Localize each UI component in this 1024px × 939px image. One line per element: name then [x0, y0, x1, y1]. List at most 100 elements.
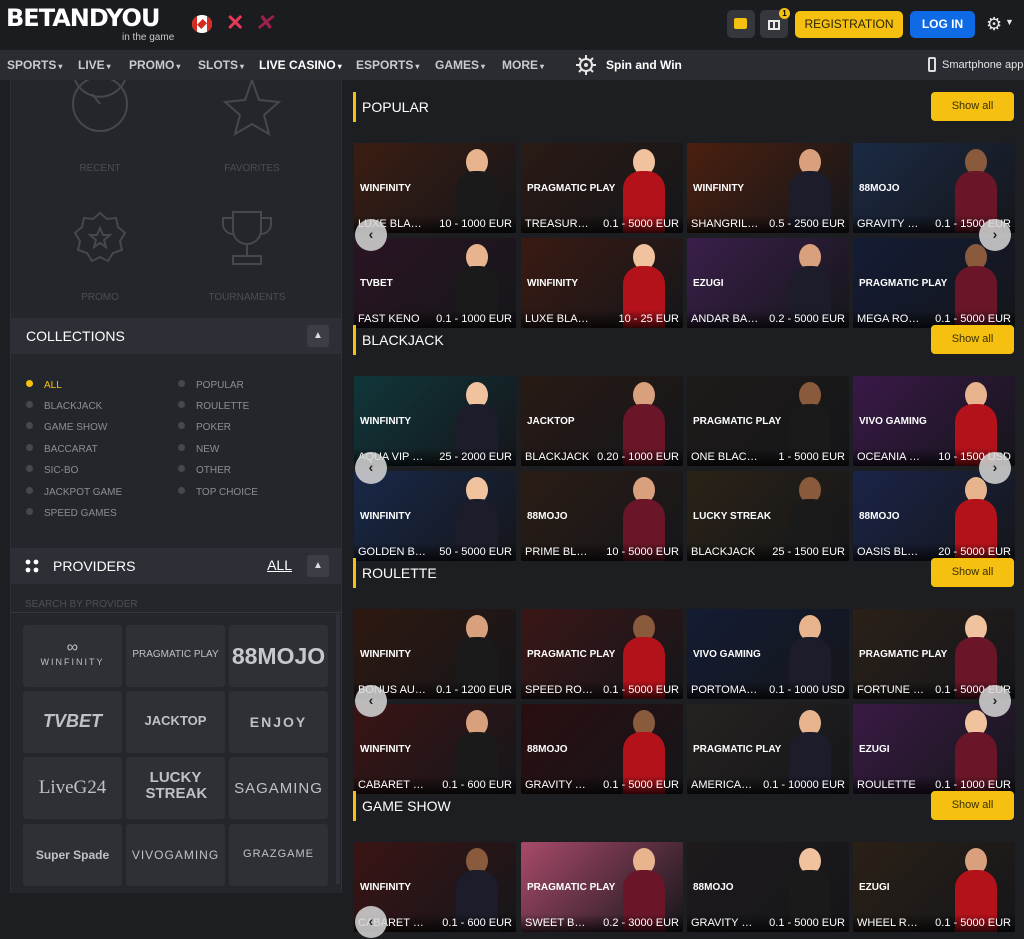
show-all-roulette-button[interactable]: Show all	[931, 558, 1014, 587]
game-card[interactable]: 88MOJO GRAVITY ROULETTE 0.1 - 5000 EUR	[687, 842, 849, 932]
gift-button[interactable]: 1	[760, 8, 790, 38]
favorites-label: FAVORITES	[224, 163, 280, 174]
game-card[interactable]: WINFINITYLUXE BLACKJACK10 - 1000 EUR	[354, 143, 516, 233]
game-card[interactable]: VIVO GAMING PORTOMASO ROULETTE 0.1 - 1000 …	[687, 609, 849, 699]
game-card[interactable]: WINFINITY GOLDEN BLACKJACK 50 - 5000 EUR	[354, 471, 516, 561]
smartphone-icon[interactable]	[928, 57, 936, 72]
collection-all[interactable]: ALL	[26, 380, 62, 392]
nav-slots[interactable]: SLOTS ▾	[198, 58, 244, 74]
show-all-game-show-button[interactable]: Show all	[931, 791, 1014, 820]
provider-tile-winfinity[interactable]: ∞ WINFINITY	[23, 625, 122, 687]
quick-recent[interactable]: RECENT	[30, 80, 170, 174]
game-limit: 0.2 - 3000 EUR	[603, 917, 679, 929]
collection-poker[interactable]: POKER	[178, 422, 231, 434]
carousel-next-blackjack-button[interactable]: ›	[979, 452, 1011, 484]
carousel-prev-popular-button[interactable]: ‹	[355, 219, 387, 251]
game-name: GRAVITY BLACKJACK	[857, 218, 925, 230]
canada-flag-icon[interactable]	[192, 15, 212, 33]
nav-live[interactable]: LIVE ▾	[78, 58, 111, 74]
providers-all-link[interactable]: ALL	[267, 557, 292, 573]
game-card[interactable]: JACKTOP BLACKJACK 0.20 - 1000 EUR	[521, 376, 683, 466]
collection-jackpot-game[interactable]: JACKPOT GAME	[26, 487, 122, 499]
collection-game-show[interactable]: GAME SHOW	[26, 422, 107, 434]
chevron-down-icon: ▾	[415, 62, 420, 71]
provider-tile-88mojo[interactable]: 88MOJO	[229, 625, 328, 687]
provider-tile-jacktop[interactable]: JACKTOP	[126, 691, 225, 753]
promo-badge-icon	[73, 211, 127, 263]
collection-other[interactable]: OTHER	[178, 465, 231, 477]
carousel-prev-blackjack-button[interactable]: ‹	[355, 452, 387, 484]
collection-sic-bo[interactable]: SIC-BO	[26, 465, 78, 477]
game-limit: 10 - 5000 EUR	[606, 546, 679, 558]
provider-tile-enjoy[interactable]: ENJOY	[229, 691, 328, 753]
nav-smartphone-app[interactable]: Smartphone app	[942, 58, 1023, 72]
game-card[interactable]: PRAGMATIC PLAY SPEED ROULETTE 0.1 - 5000 E…	[521, 609, 683, 699]
provider-tile-tvbet[interactable]: TVBET	[23, 691, 122, 753]
game-card[interactable]: WINFINITY LUXE BLACKJACK 10 - 25 EUR	[521, 238, 683, 328]
provider-tile-super-spade[interactable]: Super Spade	[23, 824, 122, 886]
wallet-button[interactable]	[727, 10, 755, 38]
collection-speed-games[interactable]: SPEED GAMES	[26, 508, 117, 520]
spin-wheel-icon[interactable]	[576, 55, 596, 75]
show-all-popular-button[interactable]: Show all	[931, 92, 1014, 121]
quick-favorites[interactable]: FAVORITES	[182, 80, 322, 174]
provider-tile-sagaming[interactable]: SAGAMING	[229, 757, 328, 819]
game-card[interactable]: EZUGI ROULETTE 0.1 - 1000 EUR	[853, 704, 1015, 794]
game-card[interactable]: PRAGMATIC PLAY ONE BLACKJACK 1 - 5000 EUR	[687, 376, 849, 466]
game-card[interactable]: LUCKY STREAK BLACKJACK 25 - 1500 EUR	[687, 471, 849, 561]
game-card[interactable]: WINFINITY SHANGRILA ROULETTE 0.5 - 2500 EU…	[687, 143, 849, 233]
game-card[interactable]: 88MOJOOASIS BLACKJACK20 - 5000 EUR	[853, 471, 1015, 561]
game-card[interactable]: PRAGMATIC PLAY AMERICAN ROULETTE 0.1 - 100…	[687, 704, 849, 794]
quick-tournaments[interactable]: TOURNAMENTS	[177, 210, 317, 303]
nav-promo[interactable]: PROMO ▾	[129, 58, 180, 74]
login-button[interactable]: LOG IN	[910, 11, 975, 38]
carousel-next-popular-button[interactable]: ›	[979, 219, 1011, 251]
game-card[interactable]: EZUGI ANDAR BAHAR 0.2 - 5000 EUR	[687, 238, 849, 328]
game-card[interactable]: PRAGMATIC PLAY SWEET BONANZA CANDYLAND 0.2…	[521, 842, 683, 932]
nav-spin-and-win[interactable]: Spin and Win	[606, 58, 682, 72]
game-card[interactable]: TVBET FAST KENO 0.1 - 1000 EUR	[354, 238, 516, 328]
quick-promo[interactable]: PROMO	[30, 210, 170, 303]
game-card[interactable]: EZUGI WHEEL ROULETTE 0.1 - 5000 EUR	[853, 842, 1015, 932]
game-card[interactable]: WINFINITYAQUA VIP BLACKJACK25 - 2000 EUR	[354, 376, 516, 466]
provider-tile-liveg24[interactable]: LiveG24	[23, 757, 122, 819]
x-promo-alt-icon[interactable]: ✕	[255, 10, 273, 36]
brand-logo[interactable]: BETANDYOU in the game	[6, 5, 174, 43]
collection-roulette[interactable]: ROULETTE	[178, 401, 249, 413]
collections-header[interactable]: COLLECTIONS ▲	[11, 318, 342, 354]
collection-baccarat[interactable]: BACCARAT	[26, 444, 98, 456]
collection-new[interactable]: NEW	[178, 444, 219, 456]
chevron-down-icon[interactable]: ▼	[1005, 17, 1014, 27]
nav-games[interactable]: GAMES ▾	[435, 58, 485, 74]
provider-tile-grazgame[interactable]: GRAZGAME	[229, 824, 328, 886]
game-card[interactable]: WINFINITY CABARET ROULETTE 0.1 - 600 EUR	[354, 704, 516, 794]
nav-sports[interactable]: SPORTS ▾	[7, 58, 62, 74]
game-card[interactable]: WINFINITYBONUS AUTO ROULETTE0.1 - 1200 E…	[354, 609, 516, 699]
provider-tile-lucky-streak[interactable]: LUCKY STREAK	[126, 757, 225, 819]
chevron-down-icon: ▾	[176, 62, 181, 71]
provider-search-input[interactable]: SEARCH BY PROVIDER	[25, 599, 138, 610]
collection-top-choice[interactable]: TOP CHOICE	[178, 487, 258, 499]
collection-popular[interactable]: POPULAR	[178, 380, 244, 392]
game-card[interactable]: PRAGMATIC PLAYMEGA ROULETTE0.1 - 5000 EU…	[853, 238, 1015, 328]
chevron-up-icon[interactable]: ▲	[307, 555, 329, 577]
provider-tile-pragmatic[interactable]: PRAGMATIC PLAY	[126, 625, 225, 687]
game-card[interactable]: PRAGMATIC PLAY TREASURE ISLAND 0.1 - 5000 …	[521, 143, 683, 233]
nav-more[interactable]: MORE ▾	[502, 58, 544, 74]
game-card[interactable]: 88MOJO GRAVITY AUTO ROULETTE 0.1 - 5000 EU…	[521, 704, 683, 794]
carousel-next-roulette-button[interactable]: ›	[979, 685, 1011, 717]
registration-button[interactable]: REGISTRATION	[795, 11, 903, 38]
carousel-prev-roulette-button[interactable]: ‹	[355, 685, 387, 717]
nav-live-casino[interactable]: LIVE CASINO ▾	[259, 58, 342, 74]
game-card[interactable]: 88MOJO PRIME BLACKJACK 10 - 5000 EUR	[521, 471, 683, 561]
carousel-prev-game-show-button[interactable]: ‹	[355, 906, 387, 938]
chevron-up-icon[interactable]: ▲	[307, 325, 329, 347]
providers-header[interactable]: PROVIDERS ALL ▲	[11, 548, 342, 584]
gear-icon[interactable]: ⚙	[986, 14, 1002, 34]
collection-blackjack[interactable]: BLACKJACK	[26, 401, 102, 413]
x-promo-icon[interactable]: ✕	[226, 10, 244, 36]
providers-scrollbar[interactable]	[336, 614, 340, 884]
provider-tile-vivogaming[interactable]: VIVOGAMING	[126, 824, 225, 886]
show-all-blackjack-button[interactable]: Show all	[931, 325, 1014, 354]
nav-esports[interactable]: ESPORTS ▾	[356, 58, 419, 74]
